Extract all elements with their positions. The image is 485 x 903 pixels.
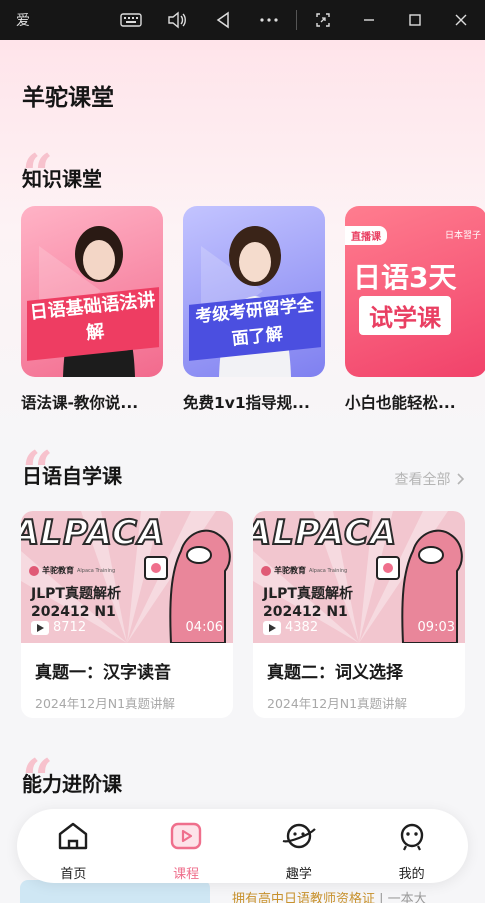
chevron-right-icon (455, 472, 465, 488)
course-subtitle: 2024年12月N1真题讲解 (267, 696, 408, 711)
course-card[interactable]: ALPACA 羊驼教育 Alpaca Training JLPT真题解析 202… (21, 511, 233, 718)
play-count-value: 4382 (285, 620, 319, 635)
knowledge-card[interactable]: 考级考研留学全面了解 免费1v1指导规... (183, 206, 325, 413)
card-banner-line2: 试学课 (359, 296, 451, 335)
course-name: 真题一：汉字读音 (35, 663, 171, 683)
brand-sub: Alpaca Training (77, 567, 116, 574)
card-banner-line1: 日语3天 (353, 261, 457, 294)
thumb-title: JLPT真题解析 202412 N1 (263, 585, 353, 621)
keyboard-icon[interactable] (120, 9, 142, 31)
self-study-section-header: “ 日语自学课 (22, 444, 122, 498)
nav-item-home[interactable]: 首页 (17, 809, 130, 883)
brand-logo: 羊驼教育 Alpaca Training (261, 565, 347, 576)
view-all-link[interactable]: 查看全部 (395, 469, 465, 489)
section-title: 能力进阶课 (22, 772, 122, 796)
course-name: 真题二：词义选择 (267, 663, 403, 683)
advanced-course-desc-more: | 一本大 (379, 892, 427, 903)
nav-label: 课程 (173, 867, 200, 882)
knowledge-card-label: 免费1v1指导规... (183, 394, 310, 412)
play-count: 4382 (263, 620, 318, 635)
video-duration: 04:06 (185, 620, 223, 635)
alpaca-wordmark: ALPACA (253, 512, 398, 554)
play-icon (31, 620, 49, 635)
thumb-line1: JLPT真题解析 (31, 586, 121, 602)
brand-logo: 羊驼教育 Alpaca Training (29, 565, 115, 576)
knowledge-card-thumbnail: 直播课 日本習子 日语3天 试学课 (345, 206, 485, 377)
screenshot-icon[interactable] (312, 9, 334, 31)
more-icon[interactable] (258, 9, 280, 31)
brand-name: 羊驼教育 (274, 566, 306, 575)
nav-label: 趣学 (285, 867, 312, 882)
back-icon[interactable] (212, 9, 234, 31)
knowledge-card[interactable]: 日语基础语法讲解 语法课-教你说... (21, 206, 163, 413)
card-corner-text: 日本習子 (444, 231, 481, 241)
section-title: 日语自学课 (22, 464, 122, 488)
advanced-section-header: “ 能力进阶课 (22, 752, 122, 806)
advanced-course-thumbnail (20, 880, 210, 903)
advanced-course-peek[interactable]: 拥有高中日语教师资格证 | 一本大 (20, 880, 465, 903)
section-title: 知识课堂 (22, 167, 102, 191)
close-icon[interactable] (450, 9, 472, 31)
play-count: 8712 (31, 620, 86, 635)
knowledge-card-label: 小白也能轻松... (345, 394, 456, 412)
course-thumbnail: ALPACA 羊驼教育 Alpaca Training JLPT真题解析 202… (21, 511, 233, 643)
nav-label: 首页 (60, 867, 87, 882)
home-icon (56, 821, 90, 855)
course-subtitle: 2024年12月N1真题讲解 (35, 696, 176, 711)
profile-face-icon (395, 821, 429, 855)
course-thumbnail: ALPACA 羊驼教育 Alpaca Training JLPT真题解析 202… (253, 511, 465, 643)
nav-item-fun[interactable]: 趣学 (243, 809, 356, 883)
thumb-line2: 202412 N1 (263, 604, 348, 620)
brand-sub: Alpaca Training (309, 567, 348, 574)
video-duration: 09:03 (417, 620, 455, 635)
brand-name: 羊驼教育 (42, 566, 74, 575)
nav-label: 我的 (398, 867, 425, 882)
alpaca-wordmark: ALPACA (21, 512, 166, 554)
play-icon (263, 620, 281, 635)
course-card[interactable]: ALPACA 羊驼教育 Alpaca Training JLPT真题解析 202… (253, 511, 465, 718)
play-count-value: 8712 (53, 620, 87, 635)
view-all-label: 查看全部 (394, 472, 451, 488)
thumb-line1: JLPT真题解析 (263, 586, 353, 602)
volume-icon[interactable] (166, 9, 188, 31)
window-titlebar: 爱 (0, 0, 485, 40)
course-play-icon (169, 821, 203, 855)
advanced-course-desc: 拥有高中日语教师资格证 | 一本大 (232, 888, 427, 903)
thumb-title: JLPT真题解析 202412 N1 (31, 585, 121, 621)
maximize-icon[interactable] (404, 9, 426, 31)
knowledge-card-label: 语法课-教你说... (21, 394, 139, 412)
planet-icon (281, 821, 317, 855)
titlebar-divider (296, 10, 297, 30)
knowledge-card-thumbnail: 考级考研留学全面了解 (183, 206, 325, 377)
knowledge-card-thumbnail: 日语基础语法讲解 (21, 206, 163, 377)
app-name: 爱 (16, 13, 30, 29)
nav-item-profile[interactable]: 我的 (355, 809, 468, 883)
live-badge: 直播课 (345, 226, 387, 245)
knowledge-section-header: “ 知识课堂 (22, 147, 102, 201)
minimize-icon[interactable] (358, 9, 380, 31)
thumb-line2: 202412 N1 (31, 604, 116, 620)
bottom-nav: 首页 课程 趣学 我的 (17, 809, 468, 883)
knowledge-card[interactable]: 直播课 日本習子 日语3天 试学课 小白也能轻松... (345, 206, 485, 413)
nav-item-course[interactable]: 课程 (130, 809, 243, 883)
advanced-course-desc-main: 拥有高中日语教师资格证 (232, 892, 376, 903)
page-title: 羊驼课堂 (22, 85, 114, 111)
